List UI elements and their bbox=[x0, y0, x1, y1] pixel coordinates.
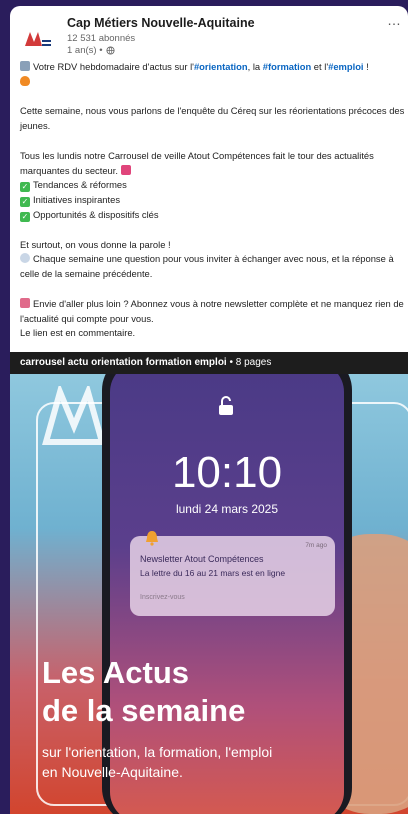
linkedin-post-card: Cap Métiers Nouvelle-Aquitaine 12 531 ab… bbox=[10, 6, 408, 814]
notification-time: 7m ago bbox=[305, 542, 327, 549]
company-logo[interactable] bbox=[20, 24, 54, 54]
bullet-item: ✓ Initiatives inspirantes bbox=[20, 194, 121, 208]
page-count: • 8 pages bbox=[226, 357, 272, 368]
post-paragraph-3: Tous les lundis notre Carrousel de veill… bbox=[20, 149, 374, 176]
post-paragraph-4a: Et surtout, on vous donne la parole ! bbox=[20, 238, 171, 250]
post-time: 1 an(s) • bbox=[67, 45, 115, 56]
document-title: carrousel actu orientation formation emp… bbox=[20, 357, 227, 368]
speech-bubble-icon bbox=[20, 253, 30, 264]
newspaper-icon bbox=[20, 61, 30, 71]
carousel-slide[interactable]: 10:10 lundi 24 mars 2025 7m ago Newslett… bbox=[10, 374, 408, 814]
check-icon: ✓ bbox=[20, 211, 30, 222]
unlock-icon bbox=[219, 396, 233, 415]
notification-title: Newsletter Atout Compétences bbox=[140, 554, 264, 564]
post-paragraph-2: Cette semaine, nous vous parlons de l'en… bbox=[20, 105, 405, 132]
company-name[interactable]: Cap Métiers Nouvelle-Aquitaine bbox=[67, 16, 255, 30]
post-paragraph-4b: Chaque semaine une question pour vous in… bbox=[20, 253, 394, 280]
megaphone-icon bbox=[120, 164, 131, 175]
globe-icon bbox=[105, 46, 115, 55]
post-header: Cap Métiers Nouvelle-Aquitaine 12 531 ab… bbox=[18, 12, 404, 64]
bullet-item: ✓ Opportunités & dispositifs clés bbox=[20, 208, 159, 222]
document-title-bar[interactable]: carrousel actu orientation formation emp… bbox=[10, 352, 408, 374]
hashtag-emploi[interactable]: #emploi bbox=[328, 61, 363, 72]
inbox-icon bbox=[20, 297, 30, 308]
follower-count: 12 531 abonnés bbox=[67, 33, 136, 44]
post-paragraph-5b: Le lien est en commentaire. bbox=[20, 327, 136, 339]
post-intro: Votre RDV hebdomadaire d'actus sur l'#or… bbox=[20, 60, 406, 75]
more-options-icon[interactable]: … bbox=[387, 12, 402, 28]
post-paragraph-5a: Envie d'aller plus loin ? Abonnez vous à… bbox=[20, 297, 404, 324]
post-age: 1 an(s) • bbox=[67, 45, 103, 56]
check-icon: ✓ bbox=[20, 197, 30, 208]
hashtag-formation[interactable]: #formation bbox=[263, 61, 311, 72]
lockscreen-clock: 10:10 bbox=[171, 448, 283, 497]
slide-headline: Les Actus de la semaine bbox=[42, 655, 246, 728]
notification-link: Inscrivez-vous bbox=[140, 594, 185, 601]
bullet-item: ✓ Tendances & réformes bbox=[20, 179, 127, 193]
hashtag-orientation[interactable]: #orientation bbox=[194, 61, 248, 72]
lockscreen-date: lundi 24 mars 2025 bbox=[175, 502, 279, 516]
notification-card: 7m ago Newsletter Atout Compétences La l… bbox=[130, 536, 335, 616]
bell-icon bbox=[146, 531, 158, 546]
check-icon: ✓ bbox=[20, 182, 30, 193]
fire-icon bbox=[20, 75, 30, 86]
post-text: Votre RDV hebdomadaire d'actus sur l'#or… bbox=[20, 60, 406, 341]
notification-subtitle: La lettre du 16 au 21 mars est en ligne bbox=[140, 568, 286, 578]
slide-subtitle: sur l'orientation, la formation, l'emplo… bbox=[42, 744, 273, 780]
